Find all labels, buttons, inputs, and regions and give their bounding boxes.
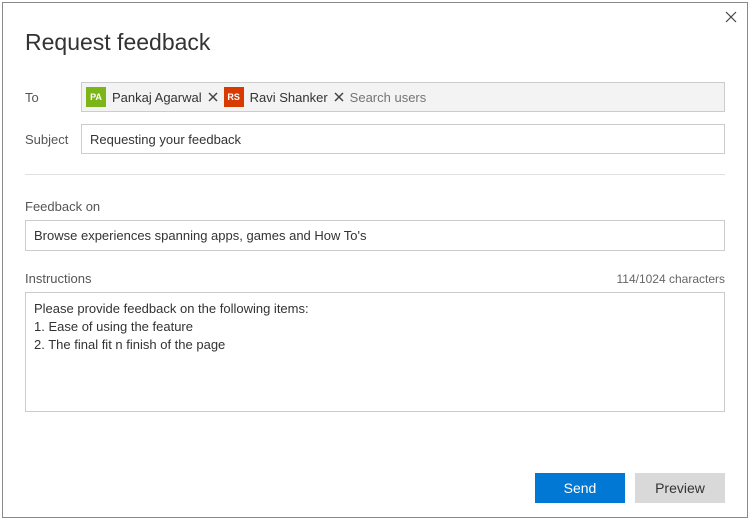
instructions-textarea[interactable] <box>25 292 725 412</box>
request-feedback-dialog: Request feedback To PA Pankaj Agarwal RS… <box>2 2 748 518</box>
recipient-chip: RS Ravi Shanker <box>224 87 344 107</box>
avatar: RS <box>224 87 244 107</box>
preview-button[interactable]: Preview <box>635 473 725 503</box>
avatar: PA <box>86 87 106 107</box>
dialog-footer: Send Preview <box>535 473 725 503</box>
send-button[interactable]: Send <box>535 473 625 503</box>
subject-row: Subject <box>25 124 725 154</box>
close-icon[interactable] <box>723 9 739 29</box>
search-users-input[interactable] <box>350 90 720 105</box>
instructions-label: Instructions <box>25 271 91 286</box>
to-row: To PA Pankaj Agarwal RS Ravi Shanker <box>25 82 725 112</box>
to-label: To <box>25 90 81 105</box>
character-counter: 114/1024 characters <box>616 272 725 286</box>
feedback-on-label: Feedback on <box>25 199 725 214</box>
remove-chip-icon[interactable] <box>208 90 218 105</box>
to-input[interactable]: PA Pankaj Agarwal RS Ravi Shanker <box>81 82 725 112</box>
instructions-header: Instructions 114/1024 characters <box>25 271 725 286</box>
feedback-on-input[interactable] <box>25 220 725 251</box>
recipient-name: Pankaj Agarwal <box>112 90 202 105</box>
dialog-title: Request feedback <box>25 29 725 56</box>
recipient-name: Ravi Shanker <box>250 90 328 105</box>
remove-chip-icon[interactable] <box>334 90 344 105</box>
divider <box>25 174 725 175</box>
recipient-chip: PA Pankaj Agarwal <box>86 87 218 107</box>
subject-input[interactable] <box>81 124 725 154</box>
subject-label: Subject <box>25 132 81 147</box>
